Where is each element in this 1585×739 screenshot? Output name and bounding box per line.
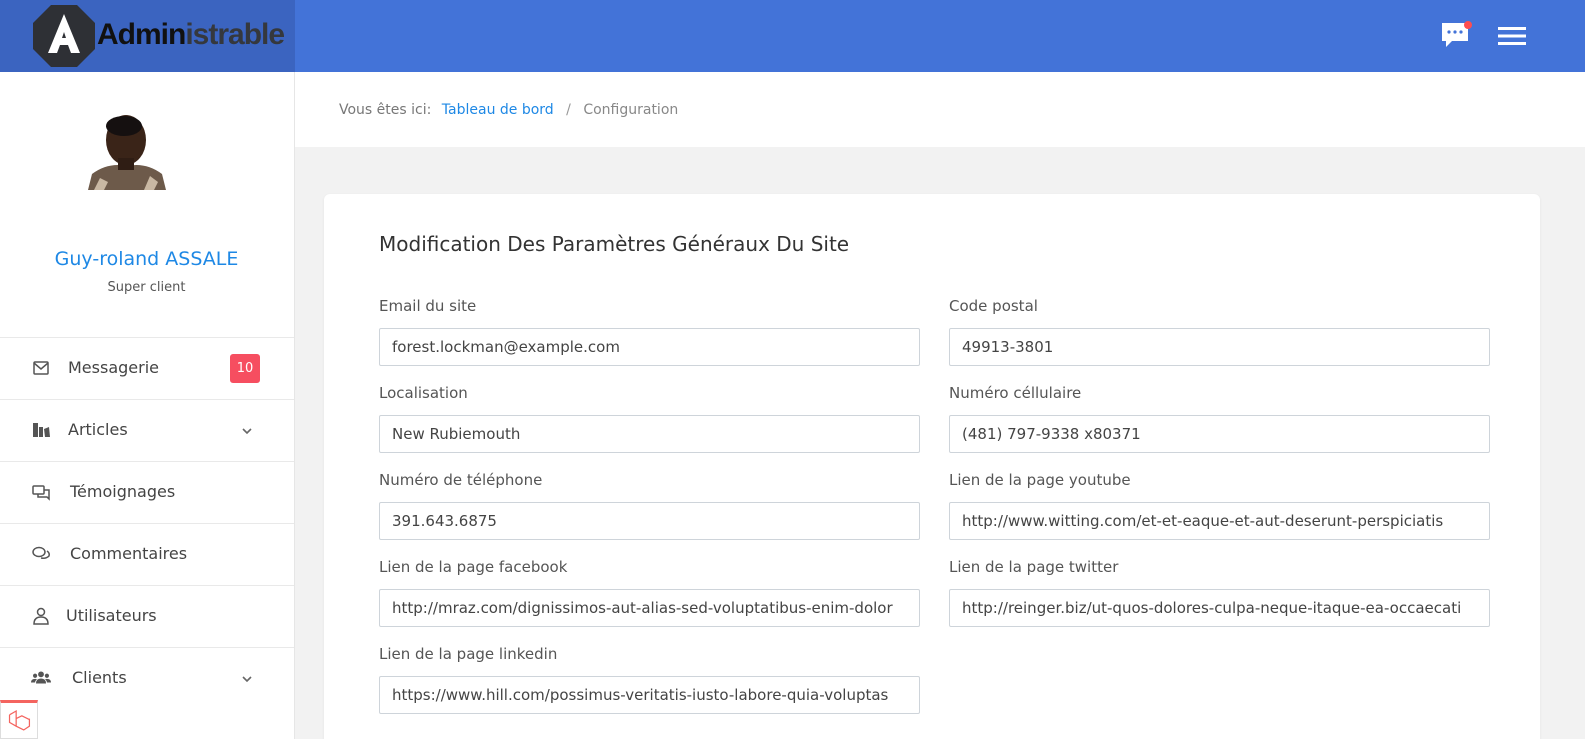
chevron-down-icon [242,676,252,683]
phone-input[interactable]: 391.643.6875 [379,502,920,540]
unread-count-badge: 10 [230,354,260,383]
user-name[interactable]: Guy-roland ASSALE [0,248,293,270]
facebook-field-group: Lien de la page facebook http://mraz.com… [379,558,920,627]
page-title: Modification Des Paramètres Généraux Du … [379,232,850,256]
email-label: Email du site [379,297,477,315]
settings-card: Modification Des Paramètres Généraux Du … [324,194,1540,739]
linkedin-input[interactable]: https://www.hill.com/possimus-veritatis-… [379,676,920,714]
linkedin-field-group: Lien de la page linkedin https://www.hil… [379,645,920,714]
chevron-down-icon [242,428,252,435]
location-label: Localisation [379,384,468,402]
sidebar-item-utilisateurs[interactable]: Utilisateurs [0,585,294,647]
laravel-icon[interactable] [0,700,38,739]
sidebar-item-label: Témoignages [70,482,176,501]
breadcrumb-separator: / [566,102,571,118]
users-icon [31,671,51,684]
email-input[interactable]: forest.lockman@example.com [379,328,920,366]
user-icon [33,607,49,625]
logo-text: Administrable [97,18,285,51]
linkedin-label: Lien de la page linkedin [379,645,558,663]
postal-field-group: Code postal 49913-3801 [949,297,1490,366]
postal-label: Code postal [949,297,1038,315]
sidebar-item-commentaires[interactable]: Commentaires [0,523,294,585]
postal-input[interactable]: 49913-3801 [949,328,1490,366]
facebook-label: Lien de la page facebook [379,558,568,576]
phone-field-group: Numéro de téléphone 391.643.6875 [379,471,920,540]
user-role: Super client [107,280,186,295]
brand-area[interactable]: Administrable [0,0,295,72]
breadcrumb-prefix: Vous êtes ici: [339,102,432,118]
sidebar-item-messagerie[interactable]: Messagerie 10 [0,337,294,399]
mobile-input[interactable]: (481) 797-9338 x80371 [949,415,1490,453]
twitter-field-group: Lien de la page twitter http://reinger.b… [949,558,1490,627]
mobile-field-group: Numéro céllulaire (481) 797-9338 x80371 [949,384,1490,453]
phone-label: Numéro de téléphone [379,471,543,489]
sidebar-item-label: Messagerie [68,358,159,377]
comments-icon [32,546,50,559]
twitter-label: Lien de la page twitter [949,558,1119,576]
articles-icon [33,423,50,437]
hamburger-menu-icon[interactable] [1498,24,1526,48]
breadcrumb: Vous êtes ici: Tableau de bord / Configu… [339,102,678,118]
sidebar-item-label: Articles [68,420,128,439]
email-field-group: Email du site forest.lockman@example.com [379,297,920,366]
location-field-group: Localisation New Rubiemouth [379,384,920,453]
testimonial-icon [32,485,50,501]
sidebar-item-temoignages[interactable]: Témoignages [0,461,294,523]
sidebar: Guy-roland ASSALE Super client Messageri… [0,72,295,739]
mobile-label: Numéro céllulaire [949,384,1082,402]
envelope-icon [33,361,49,375]
breadcrumb-home-link[interactable]: Tableau de bord [442,102,554,118]
twitter-input[interactable]: http://reinger.biz/ut-quos-dolores-culpa… [949,589,1490,627]
avatar[interactable] [88,110,166,190]
sidebar-item-clients[interactable]: Clients [0,647,294,709]
youtube-input[interactable]: http://www.witting.com/et-et-eaque-et-au… [949,502,1490,540]
sidebar-item-articles[interactable]: Articles [0,399,294,461]
youtube-field-group: Lien de la page youtube http://www.witti… [949,471,1490,540]
sidebar-menu: Messagerie 10 Articles Témoignages Comme… [0,337,294,709]
logo-icon [33,5,95,67]
breadcrumb-current: Configuration [583,102,679,118]
breadcrumb-bar: Vous êtes ici: Tableau de bord / Configu… [295,72,1585,147]
sidebar-item-label: Utilisateurs [66,606,157,625]
sidebar-item-label: Commentaires [70,544,188,563]
youtube-label: Lien de la page youtube [949,471,1131,489]
location-input[interactable]: New Rubiemouth [379,415,920,453]
notification-dot [1464,21,1472,29]
sidebar-item-label: Clients [72,668,127,687]
facebook-input[interactable]: http://mraz.com/dignissimos-aut-alias-se… [379,589,920,627]
